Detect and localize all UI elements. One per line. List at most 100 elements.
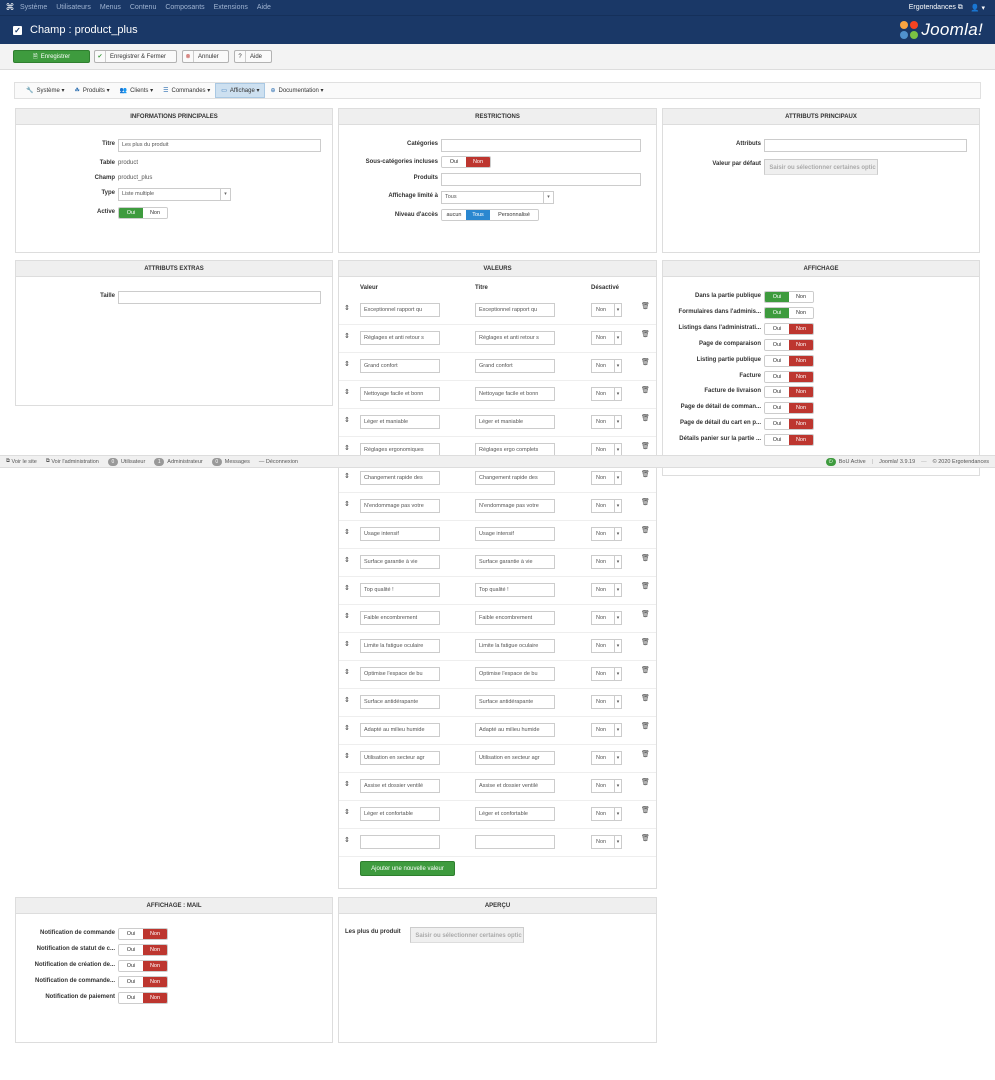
mail-option-toggle[interactable]: Oui Non [118, 976, 168, 988]
subcategories-toggle[interactable]: Oui Non [441, 156, 491, 168]
toggle-non[interactable]: Non [789, 307, 813, 318]
menu-system[interactable]: 🔧 Système ▾ [21, 83, 70, 98]
title-input[interactable]: Usage intensif [475, 527, 555, 541]
title-input[interactable]: Changement rapide des [475, 471, 555, 485]
disabled-select[interactable]: Non ▾ [591, 807, 622, 821]
toggle-non[interactable]: Non [789, 419, 813, 430]
toggle-oui[interactable]: Oui [765, 419, 789, 430]
drag-handle-icon[interactable]: ⇕ [344, 612, 350, 620]
drag-handle-icon[interactable]: ⇕ [344, 528, 350, 536]
title-input[interactable]: Limite la fatigue oculaire [475, 639, 555, 653]
mail-option-toggle[interactable]: Oui Non [118, 960, 168, 972]
trash-icon[interactable]: 🗑 [641, 330, 650, 338]
display-option-toggle[interactable]: Oui Non [764, 370, 814, 383]
messages-info[interactable]: 0 Messages [211, 457, 250, 466]
value-input[interactable]: Changement rapide des [360, 471, 440, 485]
toggle-oui[interactable]: Oui [119, 945, 143, 955]
display-option-toggle[interactable]: Oui Non [764, 322, 814, 335]
trash-icon[interactable]: 🗑 [641, 638, 650, 646]
value-input[interactable]: Surface garantie à vie [360, 555, 440, 569]
display-option-toggle[interactable]: Oui Non [764, 402, 814, 415]
disabled-select[interactable]: Non ▾ [591, 527, 622, 541]
title-input[interactable]: Faible encombrement [475, 611, 555, 625]
menu-extensions[interactable]: Extensions [214, 4, 248, 11]
title-input[interactable]: Top qualité ! [475, 583, 555, 597]
toggle-oui[interactable]: Oui [119, 993, 143, 1003]
value-input[interactable]: Réglages et anti retour s [360, 331, 440, 345]
menu-menus[interactable]: Menus [100, 4, 121, 11]
title-input[interactable]: Réglages et anti retour s [475, 331, 555, 345]
drag-handle-icon[interactable]: ⇕ [344, 696, 350, 704]
trash-icon[interactable]: 🗑 [641, 694, 650, 702]
toggle-oui[interactable]: Oui [765, 292, 789, 302]
drag-handle-icon[interactable]: ⇕ [344, 640, 350, 648]
toggle-non[interactable]: Non [789, 355, 813, 366]
toggle-oui[interactable]: Oui [765, 371, 789, 382]
site-link[interactable]: Ergotendances ⧉ [909, 4, 963, 12]
toggle-non[interactable]: Non [789, 323, 813, 334]
toggle-oui[interactable]: Oui [765, 435, 789, 446]
trash-icon[interactable]: 🗑 [641, 470, 650, 478]
toggle-non[interactable]: Non [143, 945, 167, 955]
display-option-toggle[interactable]: Oui Non [764, 434, 814, 447]
drag-handle-icon[interactable]: ⇕ [344, 668, 350, 676]
drag-handle-icon[interactable]: ⇕ [344, 584, 350, 592]
title-input[interactable]: N'endommage pas votre [475, 499, 555, 513]
toggle-oui[interactable]: Oui [119, 977, 143, 987]
disabled-select[interactable]: Non ▾ [591, 331, 622, 345]
save-button[interactable]: 🗎 Enregistrer [13, 50, 90, 63]
disabled-select[interactable]: Non ▾ [591, 779, 622, 793]
cancel-button[interactable]: ⊗ Annuler [182, 50, 229, 63]
trash-icon[interactable]: 🗑 [641, 610, 650, 618]
disabled-select[interactable]: Non ▾ [591, 387, 622, 401]
disabled-select[interactable]: Non ▾ [591, 695, 622, 709]
value-input[interactable]: Nettoyage facile et bonn [360, 387, 440, 401]
title-input[interactable]: Surface garantie à vie [475, 555, 555, 569]
toggle-non[interactable]: Non [789, 387, 813, 398]
title-input[interactable]: Utilisation en secteur agr [475, 751, 555, 765]
disabled-select[interactable]: Non ▾ [591, 751, 622, 765]
trash-icon[interactable]: 🗑 [641, 806, 650, 814]
disabled-select[interactable]: Non ▾ [591, 583, 622, 597]
mail-option-toggle[interactable]: Oui Non [118, 928, 168, 940]
toggle-non[interactable]: Non [789, 371, 813, 382]
disabled-select[interactable]: Non ▾ [591, 835, 622, 849]
toggle-oui[interactable]: Oui [119, 208, 143, 218]
drag-handle-icon[interactable]: ⇕ [344, 780, 350, 788]
toggle-non[interactable]: Non [143, 961, 167, 971]
disabled-select[interactable]: Non ▾ [591, 471, 622, 485]
toggle-oui[interactable]: Oui [765, 323, 789, 334]
display-option-toggle[interactable]: Oui Non [764, 291, 814, 303]
trash-icon[interactable]: 🗑 [641, 554, 650, 562]
disabled-select[interactable]: Non ▾ [591, 723, 622, 737]
trash-icon[interactable]: 🗑 [641, 582, 650, 590]
value-input[interactable]: Exceptionnel rapport qu [360, 303, 440, 317]
menu-utilisateurs[interactable]: Utilisateurs [56, 4, 91, 11]
value-input[interactable]: Adapté au milieu humide [360, 723, 440, 737]
value-input[interactable]: Léger et confortable [360, 807, 440, 821]
value-input[interactable]: Top qualité ! [360, 583, 440, 597]
active-toggle[interactable]: Oui Non [118, 207, 168, 219]
trash-icon[interactable]: 🗑 [641, 386, 650, 394]
drag-handle-icon[interactable]: ⇕ [344, 416, 350, 424]
drag-handle-icon[interactable]: ⇕ [344, 304, 350, 312]
menu-composants[interactable]: Composants [165, 4, 204, 11]
menu-display[interactable]: ▭ Affichage ▾ [215, 83, 266, 98]
add-value-button[interactable]: Ajouter une nouvelle valeur [360, 861, 455, 876]
toggle-non[interactable]: Non [143, 208, 167, 218]
trash-icon[interactable]: 🗑 [641, 358, 650, 366]
drag-handle-icon[interactable]: ⇕ [344, 472, 350, 480]
mail-option-toggle[interactable]: Oui Non [118, 944, 168, 956]
disabled-select[interactable]: Non ▾ [591, 639, 622, 653]
toggle-non[interactable]: Non [789, 292, 813, 302]
value-input[interactable]: Surface antidérapante [360, 695, 440, 709]
value-input[interactable]: Grand confort [360, 359, 440, 373]
niveau-acces-toggle[interactable]: aucun Tous Personnalisé [441, 209, 539, 221]
toggle-oui[interactable]: Oui [442, 157, 466, 167]
title-input[interactable]: Grand confort [475, 359, 555, 373]
title-input[interactable]: Nettoyage facile et bonn [475, 387, 555, 401]
trash-icon[interactable]: 🗑 [641, 302, 650, 310]
disabled-select[interactable]: Non ▾ [591, 499, 622, 513]
drag-handle-icon[interactable]: ⇕ [344, 360, 350, 368]
title-input[interactable]: Assise et dossier ventilé [475, 779, 555, 793]
